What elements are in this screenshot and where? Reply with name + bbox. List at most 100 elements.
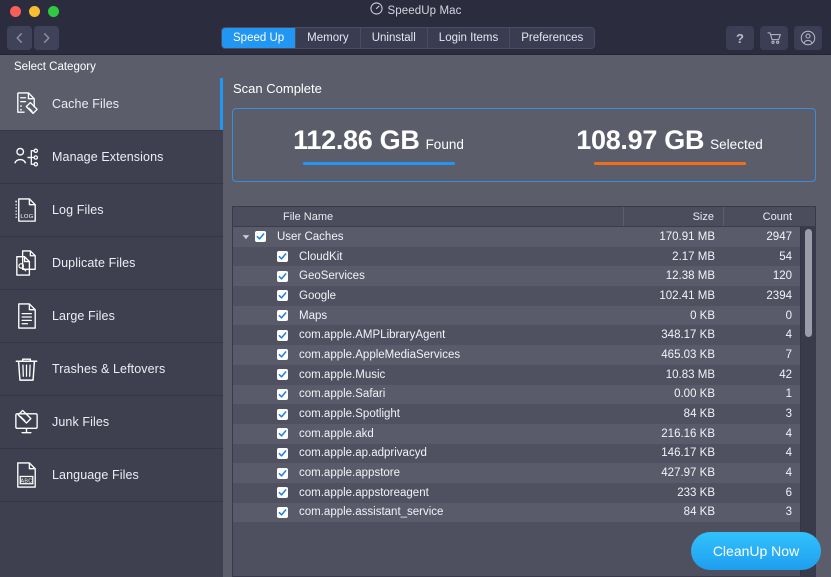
cell-size: 216.16 KB (661, 427, 715, 440)
table-row[interactable]: com.apple.AppleMediaServices 465.03 KB 7 (233, 345, 815, 365)
account-button[interactable] (794, 26, 822, 50)
cell-size: 348.17 KB (661, 329, 715, 342)
table-row[interactable]: com.apple.Music 10.83 MB 42 (233, 364, 815, 385)
file-name-label: CloudKit (299, 250, 343, 263)
question-mark-icon: ? (736, 30, 744, 46)
row-checkbox[interactable] (277, 349, 288, 361)
sidebar-item-duplicate-files[interactable]: Duplicate Files (0, 237, 223, 290)
row-checkbox[interactable] (277, 506, 288, 518)
table-row[interactable]: com.apple.AMPLibraryAgent 348.17 KB 4 (233, 325, 815, 346)
row-checkbox[interactable] (277, 388, 288, 400)
cell-count: 6 (785, 486, 792, 499)
file-name-label: com.apple.Safari (299, 388, 386, 401)
close-button[interactable] (10, 5, 21, 17)
row-checkbox[interactable] (277, 251, 288, 263)
table-scrollbar[interactable] (800, 227, 815, 576)
tab-speed-up[interactable]: Speed Up (222, 28, 297, 48)
cell-size: 170.91 MB (659, 230, 715, 243)
cart-button[interactable] (760, 26, 788, 50)
large-files-icon (0, 302, 52, 331)
cell-size: 0 KB (690, 309, 715, 322)
manage-extensions-icon (0, 143, 52, 172)
row-checkbox[interactable] (277, 270, 288, 282)
sidebar-item-label: Junk Files (52, 415, 110, 429)
cell-size: 84 KB (683, 408, 715, 421)
cell-file-name: com.apple.akd (233, 428, 624, 440)
sidebar-item-junk-files[interactable]: Junk Files (0, 396, 223, 449)
sidebar-item-manage-extensions[interactable]: Manage Extensions (0, 131, 223, 184)
table-row[interactable]: GeoServices 12.38 MB 120 (233, 266, 815, 287)
cell-count: 4 (785, 427, 792, 440)
table-row[interactable]: User Caches 170.91 MB 2947 (233, 227, 815, 247)
tab-memory[interactable]: Memory (296, 28, 361, 48)
found-value: 112.86 GB (293, 125, 420, 155)
sidebar-item-language-files[interactable]: ABC Language Files (0, 449, 223, 502)
column-header-file-name[interactable]: File Name (233, 207, 624, 226)
cell-file-name: com.apple.Music (233, 369, 624, 381)
cell-count: 3 (785, 408, 792, 421)
row-checkbox[interactable] (277, 408, 288, 420)
sidebar-item-trashes-leftovers[interactable]: Trashes & Leftovers (0, 343, 223, 396)
found-bar (302, 162, 455, 165)
row-checkbox[interactable] (277, 329, 288, 341)
sidebar-item-cache-files[interactable]: Cache Files (0, 78, 223, 131)
svg-text:LOG: LOG (20, 213, 33, 219)
sidebar-item-log-files[interactable]: LOG Log Files (0, 184, 223, 237)
cell-file-name: com.apple.assistant_service (233, 506, 624, 518)
sidebar-item-label: Large Files (52, 309, 115, 323)
row-checkbox[interactable] (277, 487, 288, 499)
sidebar-item-label: Trashes & Leftovers (52, 362, 166, 376)
main-content: Scan Complete 112.86 GB Found 108.97 GB … (223, 56, 831, 577)
column-header-count[interactable]: Count (724, 207, 801, 226)
summary-selected: 108.97 GB Selected (524, 109, 815, 181)
row-checkbox[interactable] (255, 231, 266, 243)
cell-count: 3 (785, 506, 792, 519)
cell-file-name: CloudKit (233, 251, 624, 263)
minimize-button[interactable] (29, 5, 40, 17)
help-button[interactable]: ? (726, 26, 754, 50)
file-name-label: com.apple.AppleMediaServices (299, 348, 461, 361)
row-checkbox[interactable] (277, 467, 288, 479)
forward-button[interactable] (34, 26, 59, 50)
tab-login-items[interactable]: Login Items (427, 28, 511, 48)
disclosure-triangle-icon[interactable] (237, 233, 255, 241)
cell-file-name: com.apple.appstoreagent (233, 487, 624, 499)
cell-size: 12.38 MB (665, 270, 715, 283)
row-checkbox[interactable] (277, 428, 288, 440)
table-row[interactable]: com.apple.assistant_service 84 KB 3 (233, 502, 815, 523)
sidebar-item-large-files[interactable]: Large Files (0, 290, 223, 343)
scrollbar-thumb[interactable] (805, 229, 812, 337)
back-button[interactable] (7, 26, 32, 50)
table-row[interactable]: CloudKit 2.17 MB 54 (233, 246, 815, 267)
sidebar-item-label: Cache Files (52, 97, 120, 111)
file-table: File Name Size Count User Caches 170.91 M… (232, 206, 816, 577)
table-row[interactable]: com.apple.appstoreagent 233 KB 6 (233, 482, 815, 503)
table-row[interactable]: com.apple.appstore 427.97 KB 4 (233, 463, 815, 483)
title-bar: SpeedUp Mac (0, 0, 831, 22)
row-checkbox[interactable] (277, 447, 288, 459)
row-checkbox[interactable] (277, 290, 288, 302)
table-row[interactable]: com.apple.akd 216.16 KB 4 (233, 423, 815, 444)
tab-login-items-label: Login Items (438, 32, 499, 44)
cell-file-name: com.apple.Spotlight (233, 408, 624, 420)
cleanup-now-button[interactable]: CleanUp Now (691, 532, 821, 570)
scan-status: Scan Complete (233, 81, 322, 96)
cell-size: 2.17 MB (672, 250, 715, 263)
row-checkbox[interactable] (277, 310, 288, 322)
log-files-icon: LOG (0, 196, 52, 225)
table-row[interactable]: Maps 0 KB 0 (233, 305, 815, 326)
file-name-label: com.apple.Spotlight (299, 408, 401, 421)
table-row[interactable]: com.apple.Spotlight 84 KB 3 (233, 404, 815, 424)
found-label: Found (425, 137, 464, 152)
tab-uninstall[interactable]: Uninstall (360, 28, 428, 48)
table-row[interactable]: com.apple.Safari 0.00 KB 1 (233, 384, 815, 405)
app-window: SpeedUp Mac Speed Up Memory Uninstall Lo… (0, 0, 831, 577)
tab-preferences[interactable]: Preferences (510, 28, 595, 48)
table-row[interactable]: com.apple.ap.adprivacyd 146.17 KB 4 (233, 443, 815, 464)
row-checkbox[interactable] (277, 369, 288, 381)
table-row[interactable]: Google 102.41 MB 2394 (233, 286, 815, 306)
file-name-label: User Caches (277, 230, 344, 243)
zoom-button[interactable] (48, 5, 59, 17)
cell-file-name: Maps (233, 310, 624, 322)
column-header-size[interactable]: Size (624, 207, 724, 226)
